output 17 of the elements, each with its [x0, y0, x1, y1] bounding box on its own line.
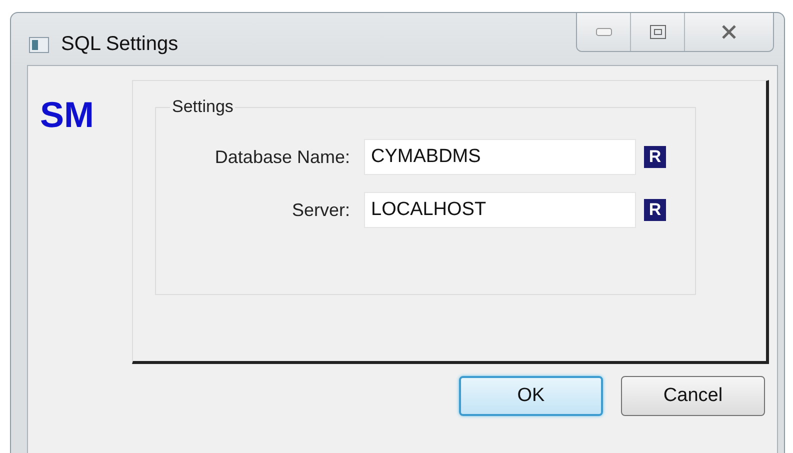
cancel-button[interactable]: Cancel	[621, 376, 765, 416]
input-field[interactable]: LOCALHOST	[364, 192, 636, 228]
maximize-icon	[650, 25, 666, 39]
ok-button[interactable]: OK	[459, 376, 603, 416]
refresh-button[interactable]: R	[644, 199, 666, 221]
close-button[interactable]	[685, 13, 773, 51]
group-title: Settings	[171, 97, 234, 117]
close-icon	[720, 25, 738, 39]
field-label: Database Name:	[214, 146, 350, 168]
refresh-button[interactable]: R	[644, 146, 666, 168]
window-icon	[29, 37, 49, 53]
minimize-icon	[596, 28, 612, 36]
maximize-button[interactable]	[631, 13, 685, 51]
logo-text: SM	[40, 94, 94, 135]
input-field[interactable]: CYMABDMS	[364, 139, 636, 175]
field-label: Server:	[290, 200, 350, 220]
window-title: SQL Settings	[61, 33, 178, 56]
